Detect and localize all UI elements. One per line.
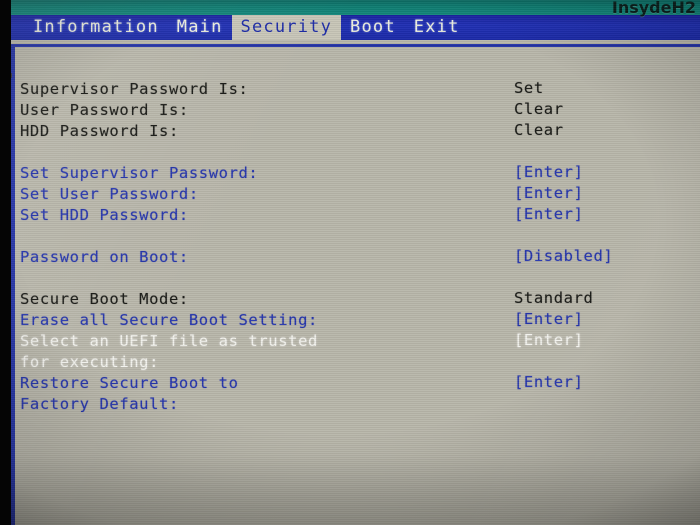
row-set-supervisor-password[interactable]: Set Supervisor Password: [Enter] bbox=[20, 162, 685, 183]
set-supervisor-password-label: Set Supervisor Password: bbox=[20, 164, 259, 182]
set-user-password-value[interactable]: [Enter] bbox=[514, 183, 584, 204]
row-hdd-password-status: HDD Password Is: Clear bbox=[20, 120, 685, 141]
erase-all-secure-boot-setting-value[interactable]: [Enter] bbox=[514, 309, 584, 330]
set-supervisor-password-value[interactable]: [Enter] bbox=[514, 162, 584, 183]
spacer-after-password-actions bbox=[20, 225, 685, 246]
bios-screen: InsydeH2 Information Main Security Boot … bbox=[0, 0, 700, 525]
row-restore-secure-boot-factory-default-cont: Factory Default: bbox=[20, 393, 685, 414]
row-select-uefi-file-trusted[interactable]: Select an UEFI file as trusted [Enter] bbox=[20, 330, 685, 351]
secure-boot-mode-label: Secure Boot Mode: bbox=[20, 290, 189, 308]
spacer-after-status bbox=[20, 141, 685, 162]
row-supervisor-password-status: Supervisor Password Is: Set bbox=[20, 78, 685, 99]
set-hdd-password-value[interactable]: [Enter] bbox=[514, 204, 584, 225]
bios-header-band bbox=[0, 0, 700, 15]
select-uefi-file-label-line1: Select an UEFI file as trusted bbox=[20, 332, 318, 350]
supervisor-password-status-value: Set bbox=[514, 79, 544, 97]
panel-border-left bbox=[11, 44, 15, 525]
tab-exit[interactable]: Exit bbox=[405, 15, 469, 40]
tab-main[interactable]: Main bbox=[168, 15, 232, 40]
set-user-password-label: Set User Password: bbox=[20, 185, 199, 203]
secure-boot-mode-value: Standard bbox=[514, 289, 594, 307]
supervisor-password-status-label: Supervisor Password Is: bbox=[20, 80, 249, 98]
select-uefi-file-value[interactable]: [Enter] bbox=[514, 330, 584, 351]
row-select-uefi-file-trusted-cont: for executing: bbox=[20, 351, 685, 372]
password-on-boot-value[interactable]: [Disabled] bbox=[514, 246, 613, 267]
menu-tab-list: Information Main Security Boot Exit bbox=[0, 15, 700, 40]
select-uefi-file-label-line2: for executing: bbox=[20, 353, 160, 371]
restore-secure-boot-label-line1: Restore Secure Boot to bbox=[20, 374, 239, 392]
restore-secure-boot-label-line2: Factory Default: bbox=[20, 395, 179, 413]
hdd-password-status-label: HDD Password Is: bbox=[20, 122, 179, 140]
erase-all-secure-boot-setting-label: Erase all Secure Boot Setting: bbox=[20, 311, 318, 329]
row-password-on-boot[interactable]: Password on Boot: [Disabled] bbox=[20, 246, 685, 267]
tab-boot[interactable]: Boot bbox=[341, 15, 405, 40]
row-secure-boot-mode: Secure Boot Mode: Standard bbox=[20, 288, 685, 309]
row-set-hdd-password[interactable]: Set HDD Password: [Enter] bbox=[20, 204, 685, 225]
panel-border-top bbox=[11, 44, 700, 47]
password-on-boot-label: Password on Boot: bbox=[20, 248, 189, 266]
photo-bezel-left bbox=[0, 0, 11, 525]
user-password-status-label: User Password Is: bbox=[20, 101, 189, 119]
spacer-after-password-on-boot bbox=[20, 267, 685, 288]
set-hdd-password-label: Set HDD Password: bbox=[20, 206, 189, 224]
tab-information[interactable]: Information bbox=[24, 15, 168, 40]
row-restore-secure-boot-factory-default[interactable]: Restore Secure Boot to [Enter] bbox=[20, 372, 685, 393]
row-erase-all-secure-boot-setting[interactable]: Erase all Secure Boot Setting: [Enter] bbox=[20, 309, 685, 330]
hdd-password-status-value: Clear bbox=[514, 121, 564, 139]
row-user-password-status: User Password Is: Clear bbox=[20, 99, 685, 120]
restore-secure-boot-value[interactable]: [Enter] bbox=[514, 372, 584, 393]
row-set-user-password[interactable]: Set User Password: [Enter] bbox=[20, 183, 685, 204]
user-password-status-value: Clear bbox=[514, 100, 564, 118]
security-settings-list: Supervisor Password Is: Set User Passwor… bbox=[20, 78, 685, 414]
tab-security[interactable]: Security bbox=[231, 15, 342, 40]
